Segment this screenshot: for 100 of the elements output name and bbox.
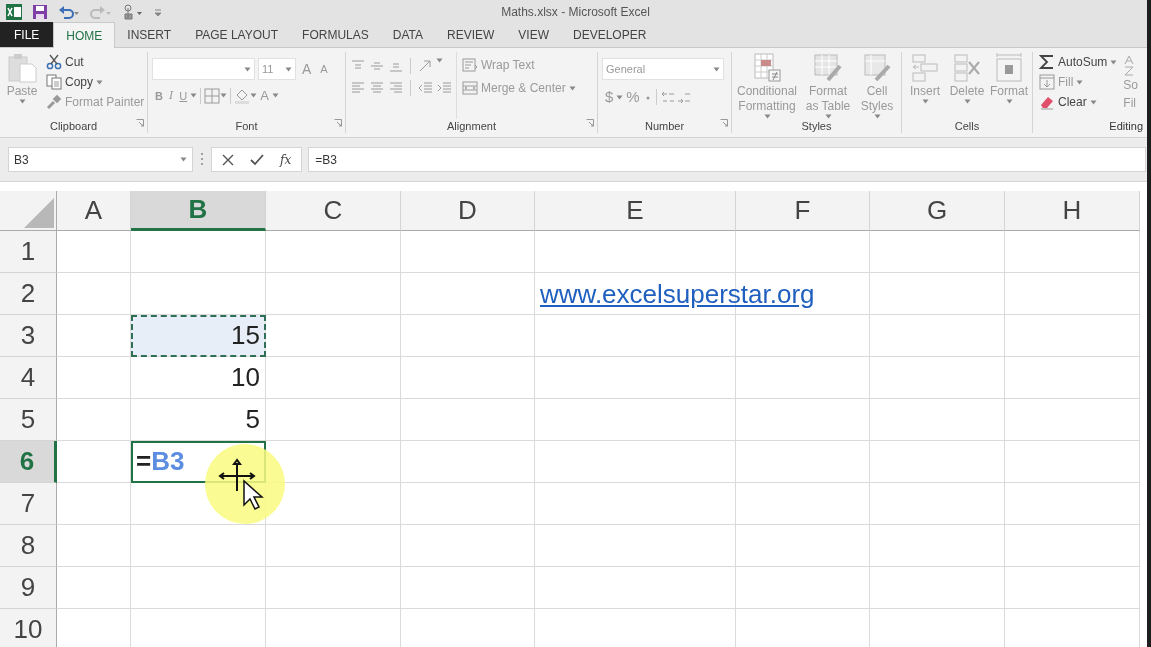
name-box[interactable]: B3 bbox=[8, 147, 193, 172]
format-cells-icon bbox=[993, 52, 1025, 84]
dialog-launcher-icon[interactable] bbox=[136, 118, 144, 127]
ribbon-tab[interactable]: VIEW bbox=[506, 22, 561, 47]
brush-icon bbox=[46, 94, 62, 110]
row-header[interactable]: 10 bbox=[0, 609, 57, 647]
group-label: Editing bbox=[1108, 119, 1143, 133]
caret-icon bbox=[1076, 79, 1084, 85]
excel-logo-icon[interactable] bbox=[6, 3, 22, 20]
column-header[interactable]: A bbox=[57, 191, 131, 231]
decrease-indent-icon[interactable] bbox=[417, 80, 433, 96]
insert-cells-icon bbox=[909, 52, 941, 84]
close-icon[interactable] bbox=[222, 153, 234, 166]
group-label: Clipboard bbox=[48, 119, 99, 133]
column-header[interactable]: H bbox=[1005, 191, 1140, 231]
caret-icon bbox=[180, 157, 187, 162]
dialog-launcher-icon[interactable] bbox=[586, 118, 594, 127]
column-header[interactable]: F bbox=[736, 191, 870, 231]
group-label: Cells bbox=[953, 119, 981, 133]
column-header[interactable]: G bbox=[870, 191, 1005, 231]
copy-button[interactable]: Copy bbox=[44, 72, 147, 92]
caret-icon bbox=[18, 99, 26, 104]
table-cell: 10 bbox=[131, 357, 266, 399]
ribbon-tab[interactable]: FORMULAS bbox=[290, 22, 381, 47]
caret-icon bbox=[616, 94, 624, 100]
eraser-icon bbox=[1039, 94, 1055, 110]
caret-icon bbox=[921, 99, 929, 104]
undo-icon[interactable] bbox=[58, 3, 80, 20]
caret-icon bbox=[271, 93, 279, 99]
align-left-icon[interactable] bbox=[350, 80, 366, 96]
table-brush-icon bbox=[812, 52, 844, 84]
cut-button[interactable]: Cut bbox=[44, 52, 147, 72]
caret-icon bbox=[1110, 59, 1118, 65]
merge-icon bbox=[462, 80, 478, 96]
caret-icon bbox=[1089, 99, 1097, 105]
clear-button[interactable]: Clear bbox=[1037, 92, 1120, 112]
cell-editor[interactable]: =B3 bbox=[131, 441, 266, 483]
copy-icon bbox=[46, 74, 62, 90]
caret-icon bbox=[96, 79, 103, 85]
link[interactable]: www.excelsuperstar.org bbox=[540, 277, 815, 310]
increase-indent-icon[interactable] bbox=[436, 80, 452, 96]
row-header[interactable]: 8 bbox=[0, 525, 57, 567]
row-header[interactable]: 3 bbox=[0, 315, 57, 357]
caret-icon bbox=[244, 66, 251, 72]
column-header[interactable]: D bbox=[401, 191, 535, 231]
caret-icon bbox=[436, 58, 443, 63]
ribbon-tab[interactable]: REVIEW bbox=[435, 22, 507, 47]
ribbon-tab[interactable]: DEVELOPER bbox=[561, 22, 659, 47]
fill-down-icon bbox=[1039, 74, 1055, 90]
caret-icon bbox=[1005, 99, 1013, 104]
scissors-icon bbox=[46, 54, 62, 70]
borders-icon[interactable] bbox=[204, 87, 221, 104]
column-header[interactable]: C bbox=[266, 191, 401, 231]
column-header[interactable]: B bbox=[131, 191, 266, 231]
orientation-icon[interactable] bbox=[417, 58, 433, 74]
save-icon[interactable] bbox=[32, 3, 48, 20]
ribbon-tab[interactable]: DATA bbox=[380, 22, 435, 47]
row-header[interactable]: 2 bbox=[0, 273, 57, 315]
sort-icon[interactable] bbox=[1123, 54, 1136, 76]
font-name-field[interactable] bbox=[152, 58, 255, 80]
redo-icon[interactable] bbox=[90, 3, 112, 20]
ribbon-tab[interactable]: INSERT bbox=[115, 22, 184, 47]
caret-icon bbox=[568, 85, 576, 91]
ribbon-tab[interactable]: HOME bbox=[53, 22, 116, 48]
align-center-icon[interactable] bbox=[369, 80, 385, 96]
sigma-icon bbox=[1039, 54, 1055, 70]
touch-icon[interactable] bbox=[122, 3, 144, 20]
table-cell: 5 bbox=[131, 399, 266, 441]
group-label: Styles bbox=[800, 119, 833, 133]
row-header[interactable]: 6 bbox=[0, 441, 57, 483]
column-header[interactable]: E bbox=[535, 191, 736, 231]
caret-icon bbox=[763, 114, 771, 119]
group-label: Number bbox=[643, 119, 686, 133]
autosum-button[interactable]: AutoSum bbox=[1037, 52, 1120, 72]
ribbon-tab[interactable]: FILE bbox=[0, 22, 54, 47]
insert-function-button[interactable]: fx bbox=[280, 150, 292, 169]
row-header[interactable]: 4 bbox=[0, 357, 57, 399]
ribbon-tab[interactable]: PAGE LAYOUT bbox=[183, 22, 291, 47]
wrap-text-icon bbox=[462, 57, 478, 73]
formula-field[interactable]: =B3 bbox=[308, 147, 1146, 172]
group-label: Font bbox=[234, 119, 259, 133]
sort-filter-label: Fil bbox=[1123, 95, 1138, 112]
table-cell: 15 bbox=[131, 315, 266, 357]
caret-icon bbox=[190, 93, 198, 99]
group-label: Alignment bbox=[446, 119, 497, 133]
caret-icon bbox=[285, 66, 292, 72]
align-right-icon[interactable] bbox=[388, 80, 404, 96]
row-header[interactable]: 9 bbox=[0, 567, 57, 609]
row-header[interactable]: 1 bbox=[0, 231, 57, 273]
table-icon bbox=[751, 52, 783, 84]
caret-icon bbox=[250, 93, 258, 99]
delete-cells-icon bbox=[951, 52, 983, 84]
cell-style-icon bbox=[861, 52, 893, 84]
caret-icon bbox=[873, 114, 881, 119]
row-header[interactable]: 5 bbox=[0, 399, 57, 441]
caret-icon bbox=[963, 99, 971, 104]
row-header[interactable]: 7 bbox=[0, 483, 57, 525]
fill-color-icon[interactable] bbox=[234, 87, 251, 104]
check-icon[interactable] bbox=[250, 153, 264, 166]
caret-icon bbox=[220, 93, 228, 99]
